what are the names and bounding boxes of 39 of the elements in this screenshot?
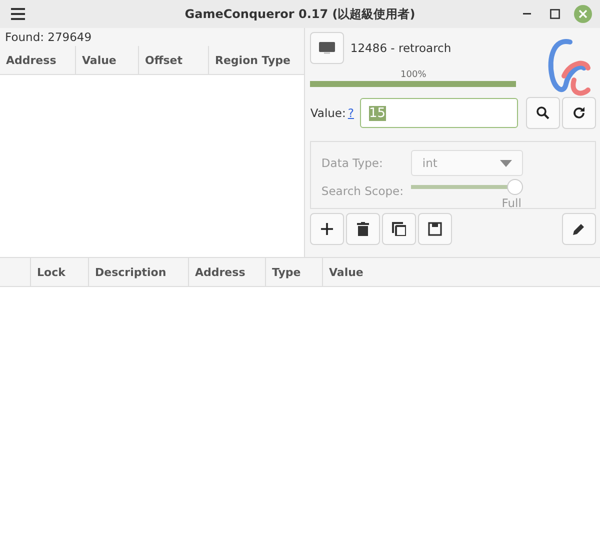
process-label: 12486 - retroarch [350, 41, 452, 55]
column-header[interactable]: Value [323, 258, 600, 286]
column-header[interactable]: Lock [31, 258, 89, 286]
value-label: Value: [310, 106, 346, 120]
column-header[interactable]: Address [189, 258, 266, 286]
column-header[interactable]: Type [266, 258, 323, 286]
column-header[interactable]: Region Type [209, 46, 304, 74]
copy-button[interactable] [382, 213, 416, 245]
scope-reading: Full [502, 196, 522, 210]
maximize-icon [550, 9, 560, 19]
plus-icon [321, 223, 334, 235]
search-icon [536, 106, 550, 120]
process-button[interactable] [310, 32, 344, 64]
logo-icon [546, 36, 592, 98]
add-button[interactable] [310, 213, 344, 245]
column-header[interactable]: Value [76, 46, 139, 74]
column-header[interactable]: Address [0, 46, 76, 74]
copy-icon [392, 222, 406, 236]
trash-icon [357, 222, 370, 236]
pencil-icon [572, 222, 586, 236]
window-title: GameConqueror 0.17 (以超級使用者) [184, 6, 416, 22]
found-count: Found: 279649 [0, 28, 304, 46]
search-scope-label: Search Scope: [321, 184, 404, 198]
progress-label: 100% [400, 70, 428, 81]
search-button[interactable] [526, 97, 560, 129]
delete-button[interactable] [346, 213, 380, 245]
monitor-icon [319, 42, 336, 54]
minimize-icon [523, 13, 531, 15]
save-button[interactable] [418, 213, 452, 245]
column-header[interactable]: Description [89, 258, 189, 286]
data-type-label: Data Type: [321, 156, 384, 170]
menu-icon [11, 8, 25, 20]
refresh-icon [572, 106, 586, 120]
dropdown-arrow-icon [500, 160, 512, 166]
refresh-button[interactable] [562, 97, 596, 129]
close-icon [574, 5, 592, 23]
edit-button[interactable] [562, 213, 596, 245]
column-header[interactable]: Offset [139, 46, 209, 74]
help-link[interactable]: ? [348, 106, 354, 120]
